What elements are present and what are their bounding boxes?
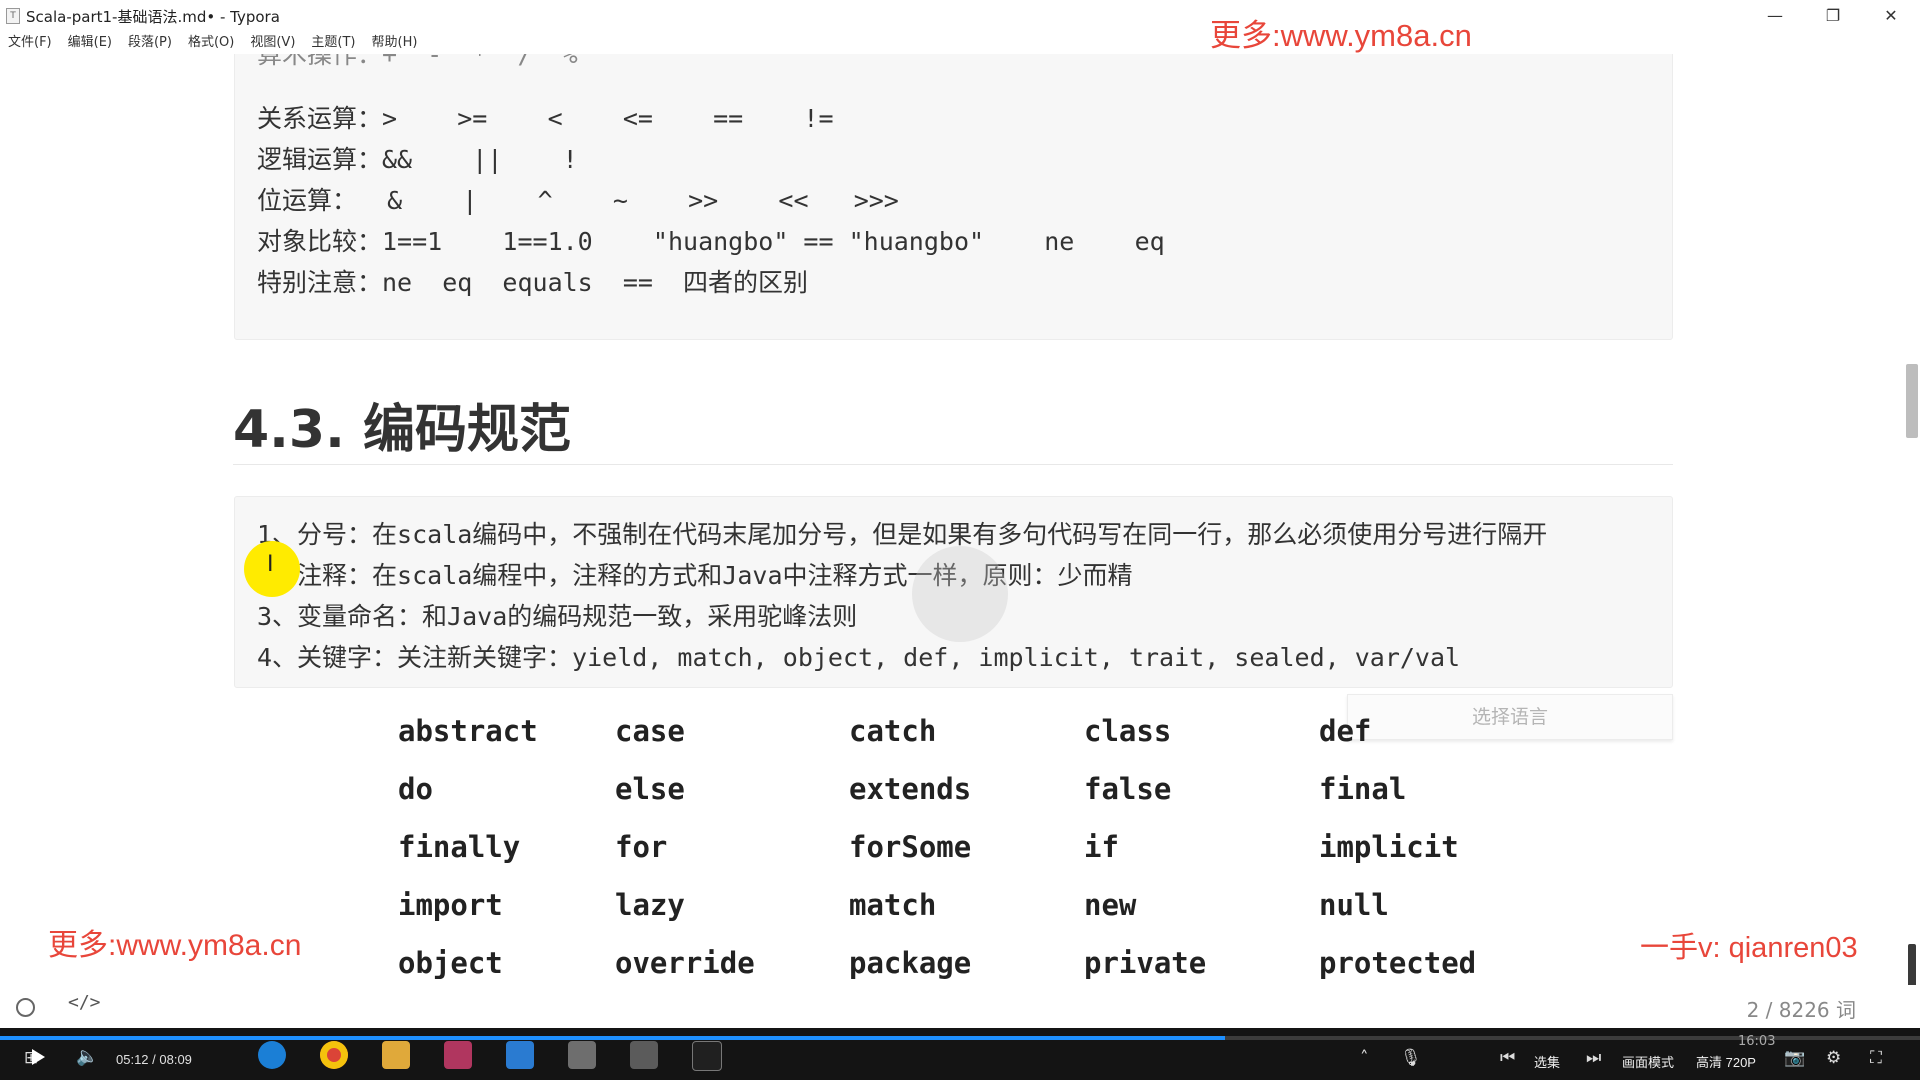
code-line-note: 特别注意：ne eq equals == 四者的区别 — [257, 268, 809, 297]
video-pause-overlay[interactable] — [912, 546, 1008, 642]
fullscreen-icon[interactable]: ⛶ — [1870, 1048, 1882, 1068]
terminal-icon[interactable] — [630, 1041, 658, 1069]
volume-icon[interactable]: 🔈 — [76, 1046, 98, 1067]
title-bar: T Scala-part1-基础语法.md• - Typora — ❐ ✕ — [0, 0, 1920, 30]
scrollbar-thumb[interactable] — [1906, 364, 1918, 438]
keyword-cell: if — [1084, 830, 1119, 864]
source-mode-toggle[interactable]: </> — [68, 992, 101, 1013]
keyword-cell: for — [615, 830, 668, 864]
keyword-cell: finally — [398, 830, 521, 864]
keyword-cell: protected — [1319, 946, 1477, 980]
previous-icon[interactable]: ⏮ — [1500, 1048, 1515, 1068]
menu-format[interactable]: 格式(O) — [180, 32, 242, 54]
chrome-browser-icon[interactable] — [320, 1041, 348, 1069]
code-line-bitwise: 位运算： & | ^ ~ >> << >>> — [257, 186, 899, 215]
menu-view[interactable]: 视图(V) — [242, 32, 303, 54]
keyword-cell: implicit — [1319, 830, 1459, 864]
keyword-cell: final — [1319, 772, 1407, 806]
cmd-icon[interactable] — [692, 1041, 722, 1071]
keyword-cell: null — [1319, 888, 1389, 922]
code-line-partial: 算术操作：+ - * / % — [257, 54, 578, 69]
window-title: Scala-part1-基础语法.md• - Typora — [26, 8, 280, 26]
menu-file[interactable]: 文件(F) — [0, 32, 60, 54]
code-line-semicolon: 1、分号：在scala编码中，不强制在代码末尾加分号，但是如果有多句代码写在同一… — [257, 520, 1548, 549]
restore-button[interactable]: ❐ — [1804, 0, 1862, 30]
screenshot-icon[interactable]: 📷 — [1784, 1048, 1805, 1068]
video-progress-fill — [0, 1036, 1225, 1040]
section-heading: 4.3. 编码规范 — [233, 400, 571, 460]
quality-button[interactable]: 高清 720P — [1696, 1052, 1756, 1071]
heading-divider — [233, 464, 1673, 465]
window-controls: — ❐ ✕ — [1746, 0, 1920, 30]
keyword-cell: abstract — [398, 714, 538, 748]
menu-edit[interactable]: 编辑(E) — [60, 32, 120, 54]
code-line-logical: 逻辑运算：&& || ! — [257, 145, 578, 174]
keyword-cell: else — [615, 772, 685, 806]
code-line-relational: 关系运算：> >= < <= == != — [257, 104, 834, 133]
keyword-cell: false — [1084, 772, 1172, 806]
keyword-cell: do — [398, 772, 433, 806]
mic-icon[interactable]: 🎙 — [1400, 1048, 1422, 1068]
select-episode-button[interactable]: 选集 — [1534, 1052, 1560, 1071]
keyword-cell: class — [1084, 714, 1172, 748]
keyword-cell: match — [849, 888, 937, 922]
language-select[interactable]: 选择语言 — [1347, 694, 1673, 740]
keyword-cell: forSome — [849, 830, 972, 864]
app-window-icon[interactable] — [506, 1041, 534, 1069]
typora-taskbar-icon[interactable] — [568, 1041, 596, 1069]
tray-up-icon[interactable]: ˄ — [1360, 1048, 1369, 1068]
video-time: 05:12 / 08:09 — [116, 1052, 192, 1067]
keyword-cell: import — [398, 888, 503, 922]
minimize-button[interactable]: — — [1746, 0, 1804, 30]
watermark-left: 更多:www.ym8a.cn — [48, 929, 302, 962]
picture-mode-button[interactable]: 画面模式 — [1622, 1052, 1674, 1071]
outline-toggle-icon[interactable] — [16, 998, 35, 1017]
typora-app-icon: T — [6, 8, 20, 24]
keyword-cell: override — [615, 946, 755, 980]
keyword-cell: package — [849, 946, 972, 980]
keyword-cell: lazy — [615, 888, 685, 922]
file-explorer-icon[interactable] — [382, 1041, 410, 1069]
text-cursor-icon: I — [267, 552, 274, 577]
watermark-top: 更多:www.ym8a.cn — [1210, 18, 1472, 53]
play-icon[interactable] — [32, 1049, 45, 1065]
keyword-cell: new — [1084, 888, 1137, 922]
code-line-keywords: 4、关键字：关注新关键字：yield, match, object, def, … — [257, 643, 1461, 672]
keyword-cell: catch — [849, 714, 937, 748]
edge-browser-icon[interactable] — [258, 1041, 286, 1069]
watermark-right: 一手v: qianren03 — [1640, 932, 1858, 964]
word-count[interactable]: 2 / 8226 词 — [1747, 994, 1856, 1023]
settings-icon[interactable]: ⚙ — [1826, 1048, 1841, 1068]
status-bar: </> 2 / 8226 词 — [0, 985, 1920, 1025]
menu-help[interactable]: 帮助(H) — [364, 32, 426, 54]
keyword-cell: extends — [849, 772, 972, 806]
editor-area[interactable]: 算术操作：+ - * / % 关系运算：> >= < <= == != 逻辑运算… — [0, 54, 1920, 1024]
code-block-operators[interactable]: 算术操作：+ - * / % 关系运算：> >= < <= == != 逻辑运算… — [234, 54, 1673, 340]
menu-paragraph[interactable]: 段落(P) — [120, 32, 180, 54]
keyword-cell: def — [1319, 714, 1372, 748]
keyword-cell: case — [615, 714, 685, 748]
keyword-cell: object — [398, 946, 503, 980]
code-line-naming: 3、变量命名：和Java的编码规范一致，采用驼峰法则 — [257, 602, 858, 631]
intellij-icon[interactable] — [444, 1041, 472, 1069]
system-clock: 16:03 — [1738, 1034, 1776, 1049]
menu-bar: 文件(F) 编辑(E) 段落(P) 格式(O) 视图(V) 主题(T) 帮助(H… — [0, 32, 425, 54]
close-button[interactable]: ✕ — [1862, 0, 1920, 30]
next-icon[interactable]: ⏭ — [1586, 1048, 1601, 1068]
keyword-cell: private — [1084, 946, 1207, 980]
menu-theme[interactable]: 主题(T) — [303, 32, 363, 54]
code-line-compare: 对象比较：1==1 1==1.0 "huangbo" == "huangbo" … — [257, 227, 1165, 256]
